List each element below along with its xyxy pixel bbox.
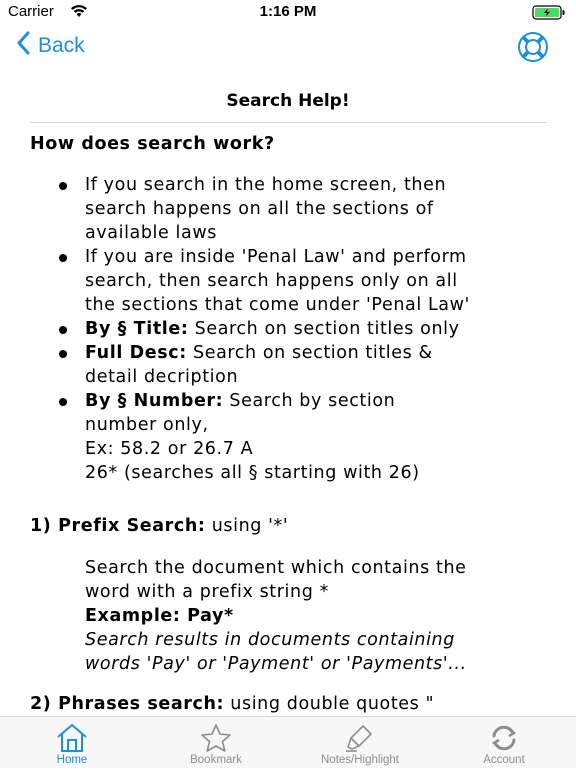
tab-home[interactable]: Home bbox=[0, 717, 144, 769]
bullet-text-line: search, then search happens only on all bbox=[85, 271, 458, 291]
bullet-text-line: Search on section titles & bbox=[186, 343, 433, 363]
phrases-search-heading: 2) Phrases search: using double quotes " bbox=[30, 694, 434, 714]
bullet-dot-icon bbox=[59, 254, 67, 262]
lifebuoy-icon bbox=[516, 32, 550, 68]
question-heading: How does search work? bbox=[30, 134, 275, 154]
bullet-text-line: If you are inside 'Penal Law' and perfor… bbox=[85, 247, 467, 267]
prefix-result-line: words 'Pay' or 'Payment' or 'Payments'..… bbox=[85, 654, 467, 674]
star-icon bbox=[199, 722, 233, 754]
prefix-search-heading: 1) Prefix Search: using '*' bbox=[30, 516, 288, 536]
prefix-search-description: Search the document which contains the w… bbox=[85, 556, 565, 676]
bullet-text-line: 26* (searches all § starting with 26) bbox=[85, 463, 420, 483]
bullet-text-line: Ex: 58.2 or 26.7 A bbox=[85, 439, 254, 459]
bullet-term: Full Desc: bbox=[85, 343, 187, 363]
prefix-example: Example: Pay* bbox=[85, 606, 234, 626]
home-icon bbox=[55, 722, 89, 754]
status-time: 1:16 PM bbox=[259, 3, 317, 20]
chevron-left-icon bbox=[16, 31, 38, 61]
bullet-item-full-desc: Full Desc: Search on section titles & de… bbox=[0, 341, 576, 389]
title-divider bbox=[30, 122, 547, 123]
tab-account-label: Account bbox=[483, 754, 525, 766]
prefix-search-using: using '*' bbox=[205, 516, 289, 536]
bullet-dot-icon bbox=[59, 182, 67, 190]
bullet-dot-icon bbox=[59, 326, 67, 334]
bullet-text-line: search happens on all the sections of bbox=[85, 199, 434, 219]
bullet-term: By § Number: bbox=[85, 391, 224, 411]
battery-icon bbox=[532, 5, 566, 20]
phrases-search-using: using double quotes " bbox=[224, 694, 435, 714]
tab-account[interactable]: Account bbox=[432, 717, 576, 769]
bullet-dot-icon bbox=[59, 398, 67, 406]
page-title: Search Help! bbox=[226, 91, 350, 111]
prefix-result-line: Search results in documents containing bbox=[85, 630, 455, 650]
bullet-item-home: If you search in the home screen, then s… bbox=[0, 173, 576, 245]
lifebuoy-help-button[interactable] bbox=[516, 30, 550, 64]
refresh-icon bbox=[487, 722, 521, 754]
bullet-text-line: Search on section titles only bbox=[188, 319, 460, 339]
tab-notes-highlight-label: Notes/Highlight bbox=[321, 754, 399, 766]
bullet-item-by-number: By § Number: Search by section number on… bbox=[0, 389, 576, 485]
bullet-item-penal-law: If you are inside 'Penal Law' and perfor… bbox=[0, 245, 576, 317]
tab-bookmark[interactable]: Bookmark bbox=[144, 717, 288, 769]
bullet-item-by-title: By § Title: Search on section titles onl… bbox=[0, 317, 576, 341]
prefix-desc-line: Search the document which contains the bbox=[85, 558, 467, 578]
tab-bookmark-label: Bookmark bbox=[190, 754, 242, 766]
bullet-term: By § Title: bbox=[85, 319, 189, 339]
back-button[interactable]: Back bbox=[16, 30, 85, 62]
bullet-text-line: detail decription bbox=[85, 367, 239, 387]
status-bar: Carrier 1:16 PM bbox=[0, 0, 576, 26]
bullet-text-line: Search by section bbox=[223, 391, 396, 411]
bullet-text-line: available laws bbox=[85, 223, 217, 243]
tab-home-label: Home bbox=[56, 754, 88, 766]
bullet-text-line: If you search in the home screen, then bbox=[85, 175, 447, 195]
navigation-bar: Back bbox=[0, 26, 576, 66]
help-content: Search Help! How does search work? If yo… bbox=[0, 80, 576, 714]
highlighter-icon bbox=[343, 722, 377, 754]
bullet-text-line: the sections that come under 'Penal Law' bbox=[85, 295, 470, 315]
tab-notes-highlight[interactable]: Notes/Highlight bbox=[288, 717, 432, 769]
bullet-dot-icon bbox=[59, 350, 67, 358]
tab-bar: Home Bookmark Notes/Highlight Account bbox=[0, 716, 576, 768]
phrases-search-title: 2) Phrases search: bbox=[30, 694, 225, 714]
bullet-text-line: number only, bbox=[85, 415, 209, 435]
back-label: Back bbox=[38, 34, 85, 57]
search-bullet-list: If you search in the home screen, then s… bbox=[0, 173, 576, 485]
prefix-search-title: 1) Prefix Search: bbox=[30, 516, 206, 536]
prefix-desc-line: word with a prefix string * bbox=[85, 582, 329, 602]
